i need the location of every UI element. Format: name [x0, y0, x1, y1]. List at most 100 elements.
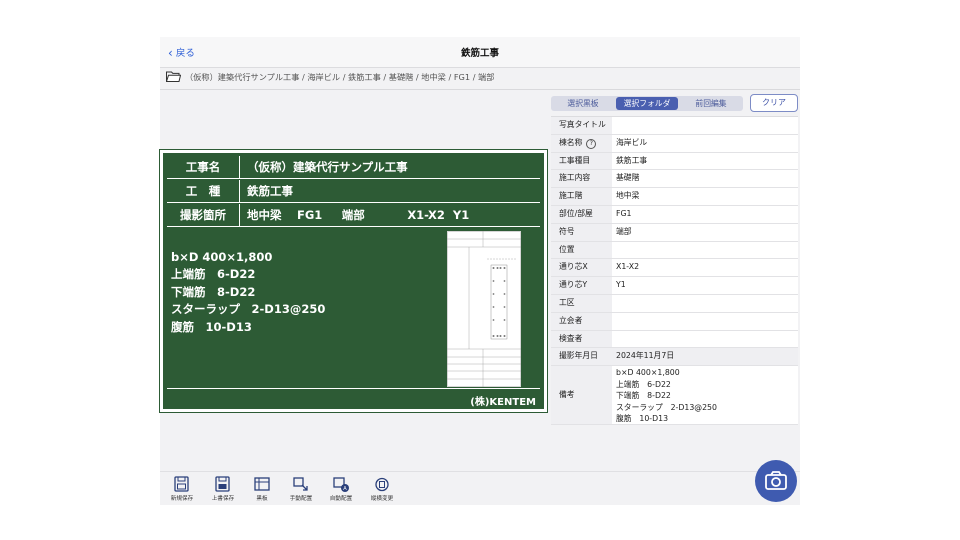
field-label: 棟名称?	[551, 134, 612, 152]
field-label-text: 棟名称	[559, 137, 583, 147]
field-value: 地中梁	[616, 191, 640, 201]
breadcrumb-text: （仮称）建築代行サンプル工事 / 海岸ビル / 鉄筋工事 / 基礎階 / 地中梁…	[185, 72, 495, 82]
field-value: 鉄筋工事	[616, 155, 648, 165]
help-icon[interactable]: ?	[586, 138, 597, 149]
field-row-code[interactable]: 符号 端部	[551, 223, 798, 242]
board-value: 地中梁 FG1 端部 X1-X2 Y1	[247, 208, 470, 222]
field-row-grid-y[interactable]: 通り芯Y Y1	[551, 277, 798, 295]
board-row-work-type: 工 種 鉄筋工事	[167, 180, 540, 203]
field-row-shoot-date[interactable]: 撮影年月日 2024年11月7日	[551, 348, 798, 367]
field-value	[616, 117, 798, 134]
field-value: 海岸ビル	[616, 137, 648, 147]
clear-button[interactable]: クリア	[750, 94, 798, 112]
rebar-section-drawing	[447, 231, 521, 387]
manual-arrange-icon	[293, 477, 308, 491]
board-value: 鉄筋工事	[247, 184, 293, 198]
tool-label: 手動配置	[289, 496, 313, 502]
tool-label: 自動配置	[329, 496, 353, 502]
field-label: 通り芯X	[551, 259, 612, 277]
field-label: 通り芯Y	[551, 277, 612, 294]
field-label: 施工階	[551, 188, 612, 205]
camera-button[interactable]	[755, 460, 797, 502]
field-label: 位置	[551, 241, 612, 259]
field-row-witness[interactable]: 立会者	[551, 312, 798, 331]
info-panel: 選択黒板 選択フォルダ 前回編集 クリア 写真タイトル 棟名称? 海岸ビル 工事種…	[548, 90, 800, 470]
field-row-inspector[interactable]: 検査者	[551, 330, 798, 349]
field-row-construction[interactable]: 施工内容 基礎階	[551, 170, 798, 189]
field-label: 符号	[551, 223, 612, 241]
header-bar: ‹ 戻る 鉄筋工事	[160, 37, 800, 68]
board-row-project: 工事名 （仮称）建築代行サンプル工事	[167, 156, 540, 179]
tab-select-folder[interactable]: 選択フォルダ	[616, 97, 678, 110]
save-new-icon	[174, 476, 189, 492]
tab-previous-edit[interactable]: 前回編集	[680, 97, 742, 110]
field-row-part[interactable]: 部位/部屋 FG1	[551, 205, 798, 224]
field-row-floor[interactable]: 施工階 地中梁	[551, 188, 798, 206]
segment-control: 選択黒板 選択フォルダ 前回編集	[551, 96, 743, 111]
field-row-grid-x[interactable]: 通り芯X X1-X2	[551, 259, 798, 278]
tool-label: 黒板	[256, 496, 268, 502]
overwrite-save-button[interactable]: 上書保存	[203, 476, 243, 502]
board-company: (株)KENTEM	[470, 397, 536, 408]
board-note-line: 下端筋 8-D22	[171, 284, 256, 299]
board-value: （仮称）建築代行サンプル工事	[247, 160, 408, 174]
field-row-zone[interactable]: 工区	[551, 294, 798, 313]
tool-label: 新規保存	[170, 496, 194, 502]
field-label: 施工内容	[551, 170, 612, 188]
board-button[interactable]: 黒板	[242, 476, 282, 502]
bottom-toolbar: 新規保存 上書保存 黒板 手動配置 A 自動配置 縦横変更	[160, 471, 800, 505]
auto-arrange-button[interactable]: A 自動配置	[321, 476, 361, 502]
camera-icon	[765, 471, 787, 490]
field-row-building[interactable]: 棟名称? 海岸ビル	[551, 134, 798, 153]
field-label: 工事種目	[551, 152, 612, 170]
tool-label: 上書保存	[211, 496, 235, 502]
auto-arrange-icon: A	[333, 477, 349, 492]
field-row-work-item[interactable]: 工事種目 鉄筋工事	[551, 152, 798, 171]
field-row-position[interactable]: 位置	[551, 241, 798, 260]
app-window: ‹ 戻る 鉄筋工事 （仮称）建築代行サンプル工事 / 海岸ビル / 鉄筋工事 / …	[159, 37, 800, 505]
board-label: 工 種	[167, 180, 240, 202]
svg-text:A: A	[343, 486, 347, 492]
field-value: FG1	[616, 208, 632, 218]
field-label: 写真タイトル	[551, 117, 612, 134]
field-value: X1-X2	[616, 262, 640, 272]
tab-select-board[interactable]: 選択黒板	[552, 97, 614, 110]
manual-arrange-button[interactable]: 手動配置	[281, 476, 321, 502]
board-note-line: 上端筋 6-D22	[171, 267, 256, 282]
rotate-icon	[375, 477, 389, 492]
field-row-remarks[interactable]: 備考 b×D 400×1,800 上端筋 6-D22 下端筋 8-D22 スターラ…	[551, 366, 798, 426]
field-value: Y1	[616, 280, 626, 290]
board-note-line: スターラップ 2-D13@250	[171, 302, 326, 317]
blackboard[interactable]: 工事名 （仮称）建築代行サンプル工事 工 種 鉄筋工事 撮影箇所 地中梁 FG1…	[159, 149, 548, 413]
folder-icon	[166, 71, 181, 82]
board-icon	[254, 477, 270, 491]
board-label: 撮影箇所	[167, 204, 240, 226]
save-new-button[interactable]: 新規保存	[162, 476, 202, 502]
overwrite-save-icon	[215, 476, 230, 492]
board-row-location: 撮影箇所 地中梁 FG1 端部 X1-X2 Y1	[167, 204, 540, 227]
field-value	[616, 313, 798, 330]
board-note-line: b×D 400×1,800	[171, 250, 273, 264]
page-title: 鉄筋工事	[460, 48, 499, 59]
breadcrumb: （仮称）建築代行サンプル工事 / 海岸ビル / 鉄筋工事 / 基礎階 / 地中梁…	[166, 71, 494, 85]
tool-label: 縦横変更	[370, 496, 394, 502]
rebar-drawing-graphic	[447, 231, 521, 387]
board-label: 工事名	[167, 156, 240, 178]
rotate-button[interactable]: 縦横変更	[362, 476, 402, 502]
field-label: 工区	[551, 294, 612, 312]
board-note-line: 腹筋 10-D13	[171, 319, 252, 334]
field-value	[616, 331, 798, 348]
field-label: 立会者	[551, 312, 612, 330]
field-label: 部位/部屋	[551, 205, 612, 223]
field-row-photo-title[interactable]: 写真タイトル	[551, 117, 798, 135]
field-value: 端部	[616, 226, 632, 236]
field-value: b×D 400×1,800 上端筋 6-D22 下端筋 8-D22 スターラップ…	[616, 368, 717, 424]
board-notes: b×D 400×1,800 上端筋 6-D22 下端筋 8-D22 スターラップ…	[171, 249, 325, 336]
field-value: 基礎階	[616, 173, 640, 183]
field-value	[616, 295, 798, 312]
field-label: 撮影年月日	[551, 348, 612, 366]
field-value: 2024年11月7日	[612, 348, 798, 366]
field-label: 備考	[551, 366, 612, 425]
board-footer: (株)KENTEM	[167, 388, 540, 408]
field-table: 写真タイトル 棟名称? 海岸ビル 工事種目 鉄筋工事 施工内容 基礎階 施工階 地中梁 …	[551, 116, 798, 426]
